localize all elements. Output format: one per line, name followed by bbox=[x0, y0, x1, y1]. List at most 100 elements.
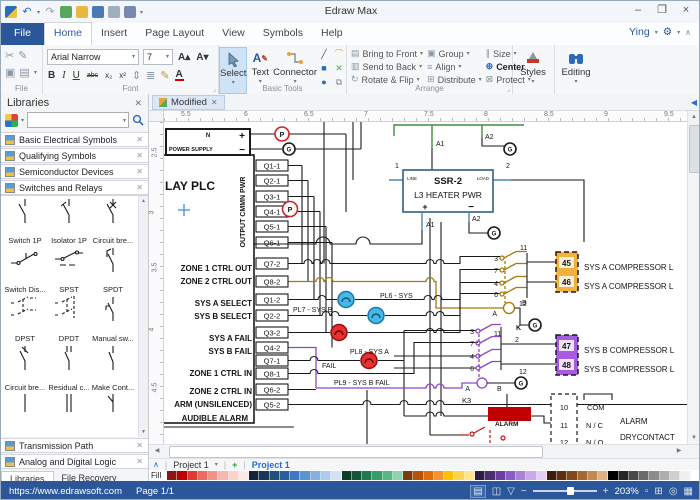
palette-swatch[interactable] bbox=[496, 471, 506, 480]
strikethrough-button[interactable]: abc bbox=[86, 72, 99, 79]
bold-button[interactable]: B bbox=[47, 70, 56, 81]
format-painter-icon[interactable]: ✎ bbox=[18, 49, 27, 62]
library-menu-icon[interactable] bbox=[5, 114, 18, 127]
library-close-icon[interactable]: ✕ bbox=[136, 457, 143, 466]
palette-swatch[interactable] bbox=[280, 471, 290, 480]
terminal-g-4[interactable]: G bbox=[529, 319, 541, 331]
status-url[interactable]: https://www.edrawsoft.com bbox=[1, 486, 122, 497]
palette-swatch[interactable] bbox=[218, 471, 228, 480]
palette-swatch[interactable] bbox=[383, 471, 393, 480]
palette-swatch[interactable] bbox=[342, 471, 352, 480]
palette-swatch[interactable] bbox=[475, 471, 485, 480]
palette-swatch[interactable] bbox=[362, 471, 372, 480]
palette-swatch[interactable] bbox=[506, 471, 516, 480]
italic-button[interactable]: I bbox=[61, 70, 66, 81]
palette-swatch[interactable] bbox=[691, 471, 700, 480]
palette-swatch[interactable] bbox=[177, 471, 187, 480]
palette-swatch[interactable] bbox=[424, 471, 434, 480]
palette-swatch[interactable] bbox=[352, 471, 362, 480]
zoom-in-icon[interactable]: + bbox=[603, 486, 609, 497]
palette-swatch[interactable] bbox=[537, 471, 547, 480]
symbol-isolator-1p[interactable]: Isolator 1P bbox=[47, 196, 91, 245]
bring-to-front-button[interactable]: ▤Bring to Front▾ bbox=[351, 47, 423, 60]
palette-swatch[interactable] bbox=[588, 471, 598, 480]
palette-swatch[interactable] bbox=[578, 471, 588, 480]
undo-dropdown-icon[interactable]: ▾ bbox=[37, 9, 40, 16]
gear-icon[interactable]: ⚙ bbox=[663, 26, 672, 38]
tab-symbols[interactable]: Symbols bbox=[254, 23, 312, 45]
alarm-contact[interactable] bbox=[460, 427, 505, 444]
symbol-manual-switch[interactable]: Manual sw... bbox=[91, 294, 135, 343]
palette-swatch[interactable] bbox=[444, 471, 454, 480]
group-button[interactable]: ▣Group▾ bbox=[427, 47, 482, 60]
library-close-icon[interactable]: ✕ bbox=[136, 167, 143, 176]
document-close-icon[interactable]: ✕ bbox=[211, 98, 218, 107]
palette-swatch[interactable] bbox=[670, 471, 680, 480]
library-group-transmission-path[interactable]: Transmission Path✕ bbox=[1, 438, 148, 453]
rectangle-tool-icon[interactable]: ■ bbox=[317, 62, 331, 75]
symbol-make-contact[interactable]: Make Cont... bbox=[91, 343, 135, 392]
search-icon[interactable] bbox=[132, 114, 144, 126]
relay-coil-sys-a[interactable]: A B K bbox=[492, 300, 528, 332]
grow-font-icon[interactable]: A▴ bbox=[177, 52, 191, 63]
zoom-slider-knob[interactable] bbox=[567, 487, 574, 495]
palette-swatch[interactable] bbox=[660, 471, 670, 480]
scroll-right-icon[interactable]: ▶ bbox=[673, 445, 685, 457]
palette-swatch[interactable] bbox=[547, 471, 557, 480]
editing-button[interactable]: Editing▾ bbox=[555, 47, 597, 85]
palette-swatch[interactable] bbox=[188, 471, 198, 480]
settings-dropdown-icon[interactable]: ▾ bbox=[677, 29, 680, 36]
scroll-up-icon[interactable]: ▲ bbox=[139, 196, 148, 206]
ssr2-box[interactable]: LINE SSR-2 LOAD L3 HEATER PWR + − bbox=[403, 170, 493, 213]
account-dropdown-icon[interactable]: ▾ bbox=[655, 29, 658, 36]
styles-button[interactable]: Styles▾ bbox=[513, 47, 553, 85]
palette-swatch[interactable] bbox=[567, 471, 577, 480]
font-dialog-launcher[interactable]: ⌟ bbox=[213, 85, 216, 93]
font-size-select[interactable]: 7▾ bbox=[143, 49, 173, 65]
paste-icon[interactable]: ▣ bbox=[5, 66, 15, 79]
symbol-residual-current[interactable]: Residual c... bbox=[47, 343, 91, 392]
symbol-dpdt[interactable]: DPDT bbox=[47, 294, 91, 343]
palette-swatch[interactable] bbox=[649, 471, 659, 480]
palette-swatch[interactable] bbox=[229, 471, 239, 480]
palette-swatch[interactable] bbox=[608, 471, 618, 480]
symbol-switch-disconnector[interactable]: Switch Dis... bbox=[3, 245, 47, 294]
palette-swatch[interactable] bbox=[167, 471, 177, 480]
libraries-close-icon[interactable]: ✕ bbox=[134, 98, 142, 109]
fit-width-icon[interactable]: ⊞ bbox=[654, 486, 662, 497]
palette-swatch[interactable] bbox=[331, 471, 341, 480]
symbols-scrollbar[interactable]: ▲ ▼ bbox=[138, 196, 148, 437]
palette-swatch[interactable] bbox=[300, 471, 310, 480]
alarm-drycontact-block[interactable]: 10 11 12 COM N / C N / O bbox=[551, 394, 612, 444]
library-close-icon[interactable]: ✕ bbox=[136, 151, 143, 160]
palette-swatch[interactable] bbox=[557, 471, 567, 480]
palette-swatch[interactable] bbox=[454, 471, 464, 480]
library-close-icon[interactable]: ✕ bbox=[136, 183, 143, 192]
terminal-g-5[interactable]: G bbox=[515, 377, 527, 389]
magnifier-icon[interactable]: ◎ bbox=[669, 486, 678, 497]
palette-swatch[interactable] bbox=[259, 471, 269, 480]
symbol-spst[interactable]: SPST bbox=[47, 245, 91, 294]
tab-home[interactable]: Home bbox=[44, 22, 92, 45]
bullets-icon[interactable]: ≣ bbox=[146, 69, 155, 82]
active-page-label[interactable]: Project 1 bbox=[252, 460, 290, 470]
tab-view[interactable]: View bbox=[213, 23, 254, 45]
tab-scroll-left-icon[interactable]: ◀ bbox=[691, 98, 697, 107]
terminal-p-2[interactable]: P bbox=[283, 202, 298, 217]
palette-swatch[interactable] bbox=[680, 471, 690, 480]
palette-swatch[interactable] bbox=[208, 471, 218, 480]
horizontal-scroll-thumb[interactable] bbox=[169, 446, 543, 458]
pilot-lamp-pl6[interactable] bbox=[338, 292, 354, 308]
zoom-level[interactable]: 203% bbox=[615, 486, 639, 497]
relay-contacts-sys-a[interactable]: 3 7 4 6 11 12 bbox=[494, 245, 556, 308]
relay-contacts-sys-b[interactable]: 3 7 4 6 11 2 12 bbox=[470, 325, 556, 379]
symbol-circuit-breaker-2[interactable]: Circuit bre... bbox=[3, 343, 47, 392]
library-group-semiconductor[interactable]: Semiconductor Devices✕ bbox=[1, 164, 148, 179]
view-page-icon[interactable]: ◫ bbox=[492, 486, 501, 497]
tab-file[interactable]: File bbox=[1, 23, 44, 45]
tab-page-layout[interactable]: Page Layout bbox=[136, 23, 213, 45]
library-group-analog-digital-logic[interactable]: Analog and Digital Logic✕ bbox=[1, 454, 148, 469]
palette-swatch[interactable] bbox=[598, 471, 608, 480]
palette-swatch[interactable] bbox=[403, 471, 413, 480]
library-group-switches-relays[interactable]: Switches and Relays✕ bbox=[1, 180, 148, 195]
